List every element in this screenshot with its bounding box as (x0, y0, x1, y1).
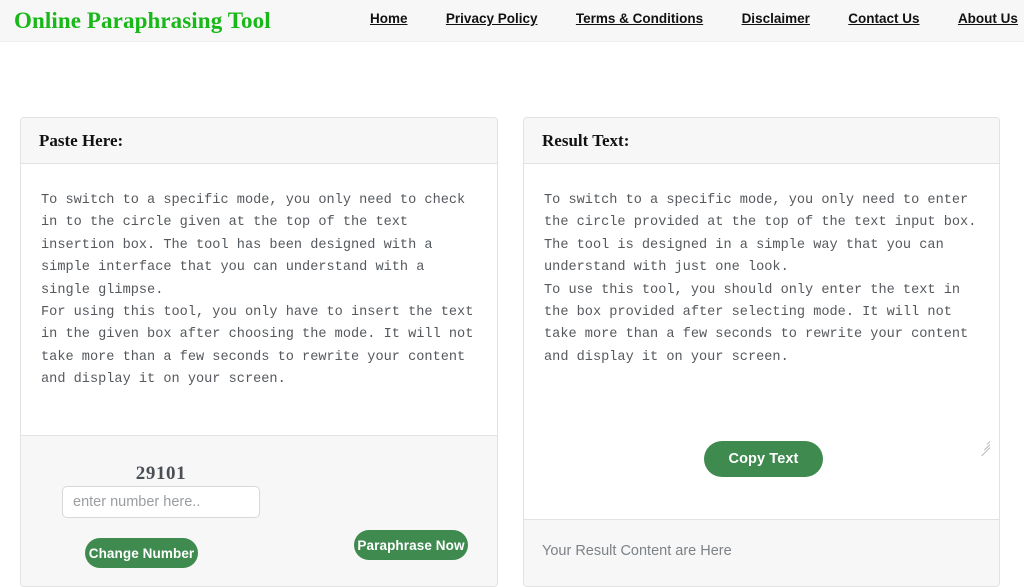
paste-panel: Paste Here: 29101 Change Number Paraphra… (20, 117, 498, 587)
result-placeholder-text: Your Result Content are Here (542, 543, 732, 559)
nav-link-home[interactable]: Home (370, 11, 408, 26)
captcha-number: 29101 (135, 463, 187, 484)
paste-panel-title: Paste Here: (39, 130, 124, 150)
result-textarea[interactable] (524, 164, 999, 416)
result-panel-header: Result Text: (524, 118, 999, 164)
nav-link-contact-us[interactable]: Contact Us (848, 11, 919, 26)
paste-textarea[interactable] (21, 164, 497, 434)
copy-text-button[interactable]: Copy Text (704, 441, 823, 477)
result-panel-body: Copy Text (524, 164, 999, 518)
nav-link-terms-conditions[interactable]: Terms & Conditions (576, 11, 703, 26)
captcha-number-input[interactable] (62, 486, 260, 518)
site-brand-logo[interactable]: Online Paraphrasing Tool (14, 8, 271, 34)
paraphrase-now-button[interactable]: Paraphrase Now (354, 530, 468, 560)
result-panel-title: Result Text: (542, 130, 630, 150)
site-header: Online Paraphrasing Tool Home Privacy Po… (0, 0, 1024, 42)
nav-link-privacy-policy[interactable]: Privacy Policy (446, 11, 538, 26)
paste-panel-header: Paste Here: (21, 118, 497, 164)
result-panel-footer: Your Result Content are Here (524, 519, 999, 586)
nav-link-disclaimer[interactable]: Disclaimer (742, 11, 810, 26)
paste-panel-footer: 29101 Change Number Paraphrase Now (21, 435, 497, 586)
change-number-button[interactable]: Change Number (85, 538, 198, 568)
paste-panel-body (21, 164, 497, 457)
resize-handle-icon[interactable] (977, 436, 991, 457)
nav-link-about-us[interactable]: About Us (958, 11, 1018, 26)
result-panel: Result Text: Copy Text Your Result Conte… (523, 117, 1000, 587)
main-navigation: Home Privacy Policy Terms & Conditions D… (370, 11, 1018, 26)
